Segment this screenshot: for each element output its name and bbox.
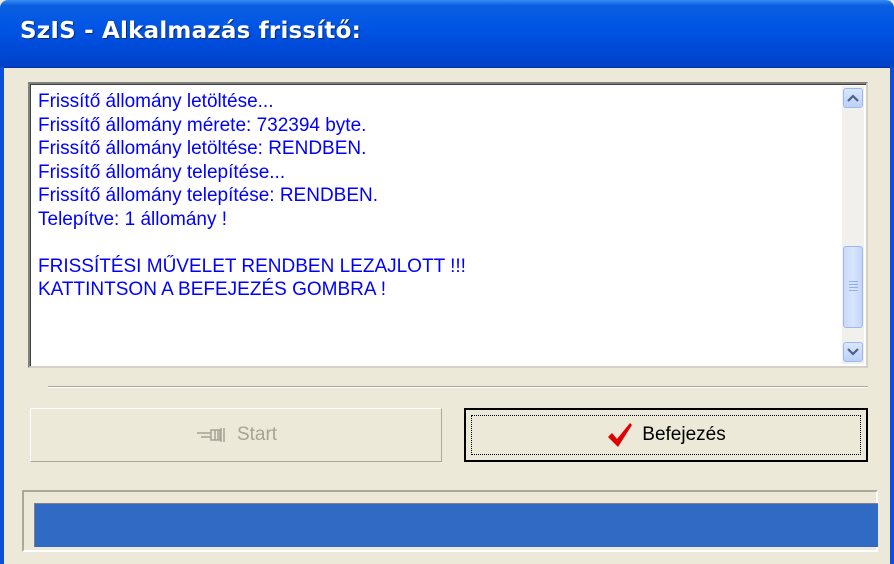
focus-rectangle [471,415,861,455]
log-line: KATTINTSON A BEFEJEZÉS GOMBRA ! [38,279,387,300]
scroll-up-button[interactable] [843,88,863,108]
log-line: Frissítő állomány telepítése... [38,161,286,183]
log-line: Frissítő állomány telepítése: RENDBEN. [38,185,379,206]
window-frame-right [890,67,894,564]
log-line: Frissítő állomány letöltése... [38,91,274,112]
log-line: Telepítve: 1 állomány ! [38,208,228,230]
window-title: SzIS - Alkalmazás frissítő: [20,18,361,44]
start-button[interactable]: Start [30,408,442,462]
log-text: Frissítő állomány letöltése... Frissítő … [38,90,834,362]
separator [48,386,868,388]
log-line: Frissítő állomány letöltése: RENDBEN. [38,138,367,159]
scroll-thumb[interactable] [843,246,863,328]
pointing-hand-icon [196,428,225,442]
log-scrollbar[interactable] [842,86,864,364]
finish-button[interactable]: Befejezés [464,408,868,462]
chevron-up-icon [847,94,859,102]
start-button-label: Start [236,424,278,445]
chevron-down-icon [847,348,859,356]
log-line: Frissítő állomány mérete: 732394 byte. [38,114,367,136]
window-frame-left [0,67,4,564]
log-line: FRISSÍTÉSI MŰVELET RENDBEN LEZAJLOTT !!! [38,255,466,277]
update-log[interactable]: Frissítő állomány letöltése... Frissítő … [28,82,868,368]
updater-window: SzIS - Alkalmazás frissítő: Frissítő áll… [0,0,894,564]
scroll-down-button[interactable] [843,342,863,362]
title-bar[interactable]: SzIS - Alkalmazás frissítő: [0,0,894,68]
progress-bar [34,503,878,547]
